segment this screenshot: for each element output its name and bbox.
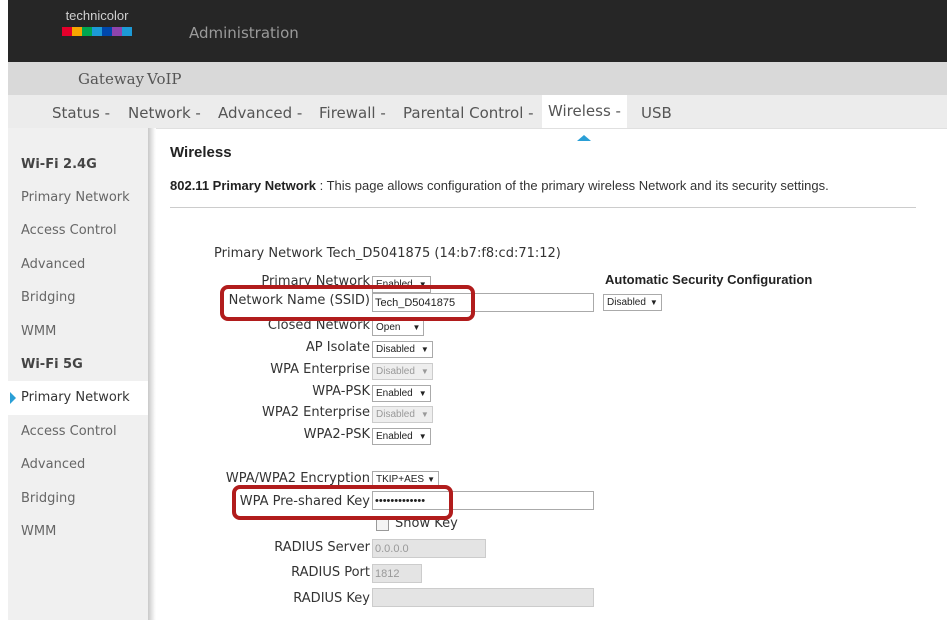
select-value: TKIP+AES [376, 474, 425, 485]
tab-firewall[interactable]: Firewall - [319, 104, 386, 122]
sidebar-item-primary-network-5g[interactable]: Primary Network [8, 381, 156, 415]
tab-advanced[interactable]: Advanced - [218, 104, 302, 122]
dropdown-arrow-icon: ▼ [418, 389, 427, 398]
sidebar-item-primary-network-24[interactable]: Primary Network [8, 181, 156, 215]
sidebar-divider [148, 128, 156, 620]
page-description: 802.11 Primary Network : This page allow… [170, 178, 829, 193]
logo-text: technicolor [65, 8, 129, 23]
dropdown-arrow-icon: ▼ [420, 367, 429, 376]
auto-security-select[interactable]: Disabled ▼ [603, 294, 662, 311]
select-value: Enabled [376, 388, 413, 399]
encryption-label: WPA/WPA2 Encryption [225, 471, 370, 486]
dropdown-arrow-icon: ▼ [420, 410, 429, 419]
tab-status[interactable]: Status - [52, 104, 110, 122]
sidebar-item-access-control-5g[interactable]: Access Control [8, 415, 156, 449]
radius-port-label: RADIUS Port [291, 565, 370, 580]
radius-key-input [372, 588, 594, 607]
dropdown-arrow-icon: ▼ [418, 432, 427, 441]
ap-isolate-select[interactable]: Disabled ▼ [372, 341, 433, 358]
radius-key-label: RADIUS Key [293, 591, 370, 606]
sidebar-item-wmm-24[interactable]: WMM [8, 315, 156, 349]
section-title: Administration [189, 24, 299, 42]
wpa2-enterprise-select: Disabled ▼ [372, 406, 433, 423]
tab-wireless[interactable]: Wireless - [542, 95, 627, 128]
network-info: Primary Network Tech_D5041875 (14:b7:f8:… [214, 246, 561, 261]
technicolor-logo[interactable]: technicolor [56, 8, 138, 48]
wpa-psk-select[interactable]: Enabled ▼ [372, 385, 431, 402]
dropdown-arrow-icon: ▼ [412, 323, 421, 332]
tab-usb[interactable]: USB [641, 104, 672, 122]
tab-network[interactable]: Network - [128, 104, 201, 122]
sidebar-header-wifi-5g: Wi-Fi 5G [21, 357, 83, 372]
select-value: Disabled [376, 366, 415, 377]
select-value: Enabled [376, 431, 413, 442]
ap-isolate-label: AP Isolate [305, 340, 370, 355]
closed-network-select[interactable]: Open ▼ [372, 319, 425, 336]
dropdown-arrow-icon: ▼ [420, 345, 429, 354]
sidebar-item-label: Primary Network [21, 390, 130, 405]
sidebar-item-advanced-5g[interactable]: Advanced [8, 448, 156, 482]
divider [170, 207, 916, 208]
sidebar-item-bridging-5g[interactable]: Bridging [8, 482, 156, 516]
radius-port-input: 1812 [372, 564, 422, 583]
wpa2-enterprise-label: WPA2 Enterprise [261, 405, 370, 420]
sidebar-item-wmm-5g[interactable]: WMM [8, 515, 156, 549]
select-value: Open [376, 322, 401, 333]
primary-nav: Gateway VoIP [8, 62, 947, 95]
dropdown-arrow-icon: ▼ [649, 298, 658, 307]
auto-security-title: Automatic Security Configuration [605, 272, 813, 287]
wpa-psk-label: WPA-PSK [312, 384, 370, 399]
tab-parental-control[interactable]: Parental Control - [403, 104, 534, 122]
active-arrow-icon [10, 392, 16, 404]
page-title: Wireless [170, 144, 232, 161]
wpa2-psk-select[interactable]: Enabled ▼ [372, 428, 431, 445]
description-text: : This page allows configuration of the … [315, 178, 829, 193]
top-header: technicolor Administration [8, 0, 947, 62]
dropdown-arrow-icon: ▼ [427, 475, 435, 484]
sidebar-item-access-control-24[interactable]: Access Control [8, 214, 156, 248]
sidebar-item-bridging-24[interactable]: Bridging [8, 281, 156, 315]
wpa2-psk-label: WPA2-PSK [303, 427, 370, 442]
radius-server-label: RADIUS Server [274, 540, 370, 555]
description-heading: 802.11 Primary Network [170, 178, 316, 193]
sidebar-item-advanced-24[interactable]: Advanced [8, 248, 156, 282]
wpa-enterprise-label: WPA Enterprise [270, 362, 370, 377]
select-value: Disabled [376, 344, 415, 355]
select-value: Disabled [376, 409, 415, 420]
psk-highlight [232, 485, 453, 520]
sidebar-header-wifi-2-4g: Wi-Fi 2.4G [21, 157, 97, 172]
radius-server-input: 0.0.0.0 [372, 539, 486, 558]
sidebar: Wi-Fi 2.4G Primary Network Access Contro… [8, 128, 156, 620]
wpa-enterprise-select: Disabled ▼ [372, 363, 433, 380]
logo-color-bar [62, 27, 132, 36]
nav-voip[interactable]: VoIP [147, 70, 182, 88]
select-value: Disabled [607, 297, 646, 308]
ssid-highlight [220, 285, 475, 321]
nav-gateway[interactable]: Gateway [78, 70, 144, 88]
active-tab-caret-icon [577, 135, 591, 141]
secondary-nav: Status - Network - Advanced - Firewall -… [8, 95, 947, 129]
